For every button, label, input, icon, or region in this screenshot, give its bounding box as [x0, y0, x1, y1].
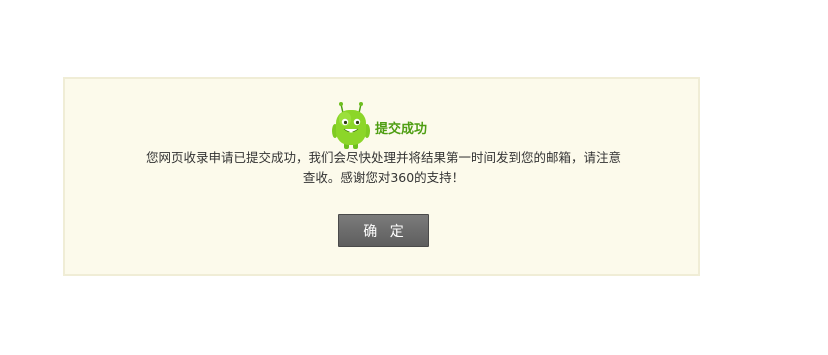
- notice-message-line-1: 您网页收录申请已提交成功，我们会尽快处理并将结果第一时间发到您的邮箱，请注意: [145, 150, 621, 165]
- notice-header: 提交成功: [331, 101, 427, 151]
- confirm-button[interactable]: 确 定: [338, 214, 429, 247]
- green-robot-mascot-icon: [332, 102, 370, 149]
- notice-title: 提交成功: [375, 121, 428, 137]
- notice-message: 您网页收录申请已提交成功，我们会尽快处理并将结果第一时间发到您的邮箱，请注意 查…: [115, 148, 652, 188]
- notice-message-line-2: 查收。感谢您对360的支持！: [302, 170, 465, 185]
- success-notice-box: 提交成功 您网页收录申请已提交成功，我们会尽快处理并将结果第一时间发到您的邮箱，…: [63, 77, 700, 276]
